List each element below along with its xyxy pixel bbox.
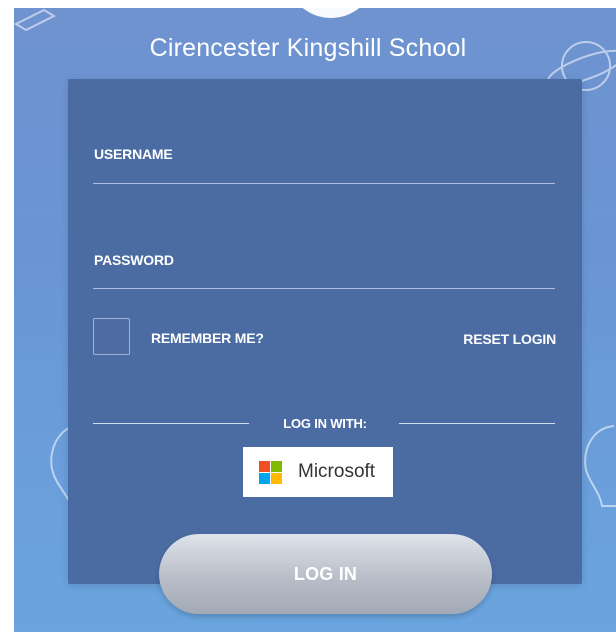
login-button[interactable]: LOG IN bbox=[159, 534, 492, 614]
doodle-pencil-icon bbox=[14, 8, 57, 32]
remember-me-checkbox[interactable] bbox=[93, 318, 130, 355]
school-name: Cirencester Kingshill School bbox=[149, 34, 467, 62]
microsoft-logo-icon bbox=[259, 460, 282, 484]
remember-me-label[interactable]: REMEMBER ME? bbox=[151, 330, 264, 346]
username-label: USERNAME bbox=[94, 146, 173, 162]
microsoft-login-button[interactable]: Microsoft bbox=[243, 447, 393, 497]
microsoft-label: Microsoft bbox=[298, 461, 376, 482]
password-label: PASSWORD bbox=[94, 252, 174, 268]
username-field[interactable] bbox=[93, 183, 555, 184]
logo-circle bbox=[286, 8, 376, 18]
divider-right bbox=[399, 423, 555, 424]
password-field[interactable] bbox=[93, 288, 555, 289]
reset-login-link[interactable]: RESET LOGIN bbox=[463, 331, 556, 347]
